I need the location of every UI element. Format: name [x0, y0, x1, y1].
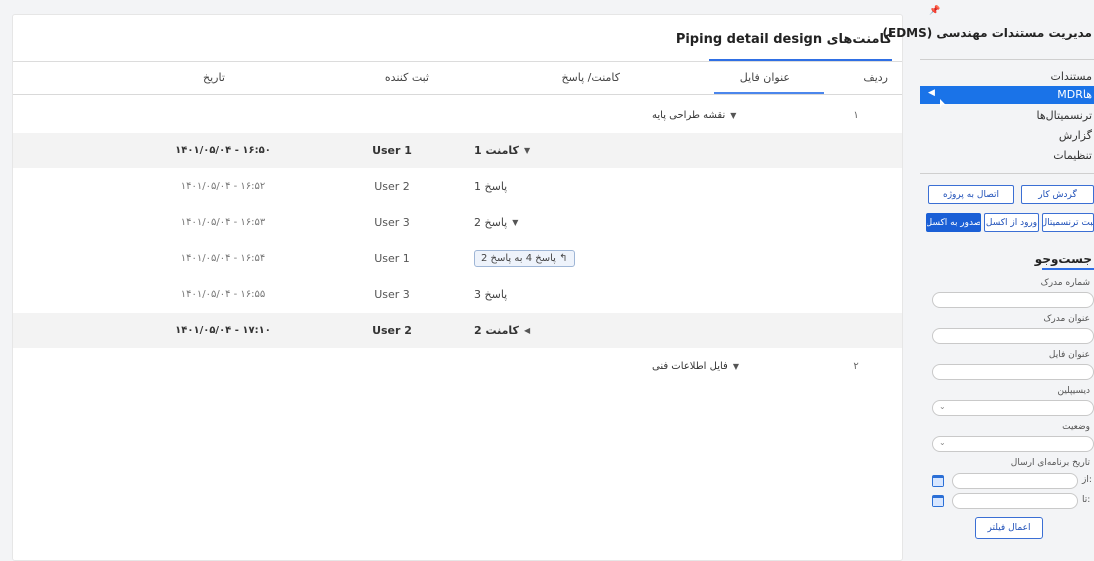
comment-cell[interactable]: ↰ پاسخ 4 به پاسخ 2 — [474, 241, 634, 276]
file-title-input[interactable] — [932, 364, 1094, 380]
to-date-input[interactable] — [952, 493, 1078, 509]
comment-cell[interactable]: ▼ کامنت 1 — [474, 133, 634, 168]
comment-cell[interactable]: ◀ کامنت 2 — [474, 313, 634, 348]
file-row[interactable]: ۲ ▼ فایل اطلاعات فنی — [13, 349, 902, 384]
row-number: ۲ — [853, 361, 859, 372]
registrant-cell: User 2 — [372, 324, 412, 337]
sidebar-item-mdr[interactable]: ◀ MDRها — [920, 86, 1094, 104]
column-header-row-number[interactable]: ردیف — [863, 71, 888, 84]
sidebar-item-mdr-label: MDRها — [1057, 88, 1092, 101]
search-underline — [1042, 268, 1094, 270]
doc-number-label: شماره مدرک — [1040, 278, 1090, 288]
comment-cell[interactable]: ▼ پاسخ 2 — [474, 205, 634, 240]
collapse-caret-icon[interactable]: ◀ — [524, 326, 530, 335]
file-title-cell[interactable]: ▼ فایل اطلاعات فنی — [652, 349, 802, 384]
page-title: کامنت‌های Piping detail design — [675, 32, 892, 47]
date-cell: ۱۴۰۱/۰۵/۰۴ - ۱۶:۵۲ — [180, 181, 266, 192]
export-excel-button[interactable]: صدور به اکسل — [926, 213, 981, 232]
pin-icon[interactable]: 📌 — [929, 6, 940, 16]
comments-panel: کامنت‌های Piping detail design ردیف عنوا… — [12, 14, 903, 561]
search-title: جست‌وجو — [1034, 252, 1092, 266]
doc-title-label: عنوان مدرک — [1043, 314, 1090, 324]
column-header-registrant[interactable]: ثبت کننده — [385, 71, 429, 84]
from-label: از: — [1082, 475, 1092, 485]
file-row[interactable]: ۱ ▼ نقشه طراحی پایه — [13, 98, 902, 133]
comment-row[interactable]: ◀ کامنت 2 User 2 ۱۴۰۱/۰۵/۰۴ - ۱۷:۱۰ — [13, 313, 902, 348]
send-schedule-date-label: تاریخ برنامه‌ای ارسال — [1010, 458, 1090, 468]
chevron-left-icon: ◀ — [928, 88, 935, 98]
sidebar-divider — [920, 59, 1094, 60]
comment-cell[interactable]: پاسخ 3 — [474, 277, 634, 312]
registrant-cell: User 1 — [374, 252, 410, 265]
registrant-cell: User 1 — [372, 144, 412, 157]
status-label: وضعیت — [1062, 422, 1090, 432]
calendar-icon[interactable] — [932, 475, 944, 487]
nested-reply-chip[interactable]: ↰ پاسخ 4 به پاسخ 2 — [474, 250, 575, 267]
file-title-cell[interactable]: ▼ نقشه طراحی پایه — [652, 98, 802, 133]
reply-row[interactable]: پاسخ 1 User 2 ۱۴۰۱/۰۵/۰۴ - ۱۶:۵۲ — [13, 169, 902, 204]
sidebar-divider — [920, 173, 1094, 174]
file-title-column-underline — [714, 92, 824, 94]
column-header-file-title[interactable]: عنوان فایل — [740, 71, 790, 84]
date-cell: ۱۴۰۱/۰۵/۰۴ - ۱۶:۵۳ — [180, 217, 266, 228]
file-title: نقشه طراحی پایه — [652, 110, 726, 121]
reply-row[interactable]: ↰ پاسخ 4 به پاسخ 2 User 1 ۱۴۰۱/۰۵/۰۴ - ۱… — [13, 241, 902, 276]
file-title-label: عنوان فایل — [1048, 350, 1090, 360]
discipline-label: دیسیپلین — [1057, 386, 1090, 396]
sidebar-item-transmittals[interactable]: ترنسمیتال‌ها — [1037, 109, 1093, 122]
column-header-date[interactable]: تاریخ — [203, 71, 225, 84]
title-divider — [13, 61, 902, 62]
comment-text: کامنت 1 — [474, 144, 519, 157]
sidebar-title: مدیریت مستندات مهندسی (EDMS) — [882, 26, 1092, 40]
registrant-cell: User 3 — [374, 288, 410, 301]
reply-row[interactable]: پاسخ 3 User 3 ۱۴۰۱/۰۵/۰۴ - ۱۶:۵۵ — [13, 277, 902, 312]
doc-title-input[interactable] — [932, 328, 1094, 344]
reply-text: پاسخ 2 — [474, 216, 508, 229]
expand-caret-icon[interactable]: ▼ — [730, 111, 736, 120]
expand-caret-icon[interactable]: ▼ — [512, 218, 518, 227]
apply-filter-button[interactable]: اعمال فیلتر — [975, 517, 1043, 539]
sidebar-item-report[interactable]: گزارش — [1059, 129, 1092, 142]
to-label: تا: — [1082, 495, 1091, 505]
date-cell: ۱۴۰۱/۰۵/۰۴ - ۱۶:۵۵ — [180, 289, 266, 300]
from-date-input[interactable] — [952, 473, 1078, 489]
column-header-comment-reply[interactable]: کامنت/ پاسخ — [561, 71, 620, 84]
comment-cell[interactable]: پاسخ 1 — [474, 169, 634, 204]
reply-text: پاسخ 1 — [474, 180, 508, 193]
header-divider — [13, 94, 902, 95]
sidebar-item-settings[interactable]: تنظیمات — [1053, 149, 1092, 162]
comment-row[interactable]: ▼ کامنت 1 User 1 ۱۴۰۱/۰۵/۰۴ - ۱۶:۵۰ — [13, 133, 902, 168]
date-cell: ۱۴۰۱/۰۵/۰۴ - ۱۶:۵۰ — [175, 145, 271, 156]
chevron-down-icon: ⌄ — [939, 438, 946, 447]
reply-row[interactable]: ▼ پاسخ 2 User 3 ۱۴۰۱/۰۵/۰۴ - ۱۶:۵۳ — [13, 205, 902, 240]
status-select[interactable]: ⌄ — [932, 436, 1094, 452]
expand-caret-icon[interactable]: ▼ — [733, 362, 739, 371]
doc-number-input[interactable] — [932, 292, 1094, 308]
register-transmittal-button[interactable]: ثبت ترنسمیتال — [1042, 213, 1094, 232]
sidebar-item-documents[interactable]: مستندات — [1050, 70, 1092, 83]
date-cell: ۱۴۰۱/۰۵/۰۴ - ۱۶:۵۴ — [180, 253, 266, 264]
reply-text: پاسخ 3 — [474, 288, 508, 301]
registrant-cell: User 3 — [374, 216, 410, 229]
expand-caret-icon[interactable]: ▼ — [524, 146, 530, 155]
row-number: ۱ — [853, 110, 859, 121]
registrant-cell: User 2 — [374, 180, 410, 193]
calendar-icon[interactable] — [932, 495, 944, 507]
chevron-down-icon: ⌄ — [939, 402, 946, 411]
discipline-select[interactable]: ⌄ — [932, 400, 1094, 416]
workflow-button[interactable]: گردش کار — [1021, 185, 1094, 204]
connect-project-button[interactable]: اتصال به پروژه — [928, 185, 1014, 204]
comment-text: کامنت 2 — [474, 324, 519, 337]
file-title: فایل اطلاعات فنی — [652, 361, 728, 372]
date-cell: ۱۴۰۱/۰۵/۰۴ - ۱۷:۱۰ — [175, 325, 271, 336]
import-excel-button[interactable]: ورود از اکسل — [984, 213, 1039, 232]
